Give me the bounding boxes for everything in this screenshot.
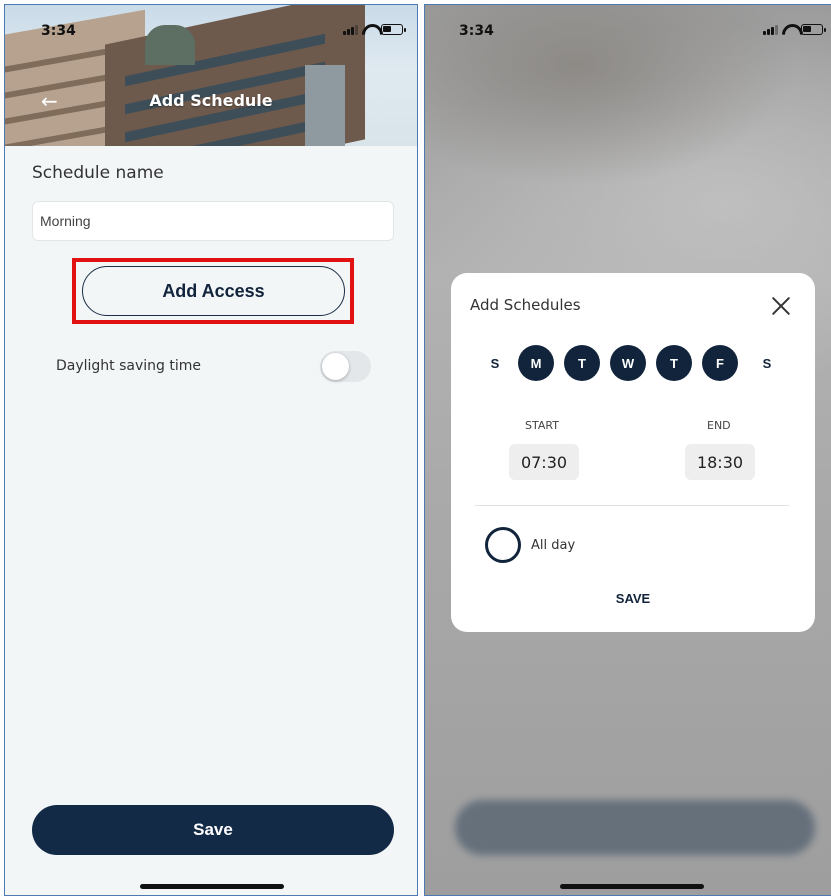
signal-icon (763, 24, 778, 35)
all-day-radio[interactable] (485, 527, 521, 563)
home-indicator (140, 884, 284, 889)
daylight-saving-toggle[interactable] (320, 351, 371, 382)
day-toggle-sunday[interactable]: S (477, 345, 513, 381)
signal-icon (343, 24, 358, 35)
all-day-label: All day (531, 538, 576, 553)
page-title: Add Schedule (149, 91, 273, 110)
start-time-picker[interactable]: 07:30 (509, 444, 579, 480)
end-label: END (707, 419, 731, 432)
day-toggle-monday[interactable]: M (518, 345, 554, 381)
close-icon[interactable] (769, 294, 793, 318)
divider (475, 505, 789, 506)
add-schedule-screen: 3:34 ← Add Schedule Schedule name Add Ac… (4, 4, 418, 896)
save-button[interactable]: Save (32, 805, 394, 855)
day-toggle-saturday[interactable]: S (749, 345, 785, 381)
schedule-name-label: Schedule name (32, 163, 164, 183)
status-icons (343, 24, 406, 35)
wifi-icon (362, 24, 377, 35)
day-toggle-wednesday[interactable]: W (610, 345, 646, 381)
day-toggle-thursday[interactable]: T (656, 345, 692, 381)
toggle-knob (322, 353, 349, 380)
end-time-picker[interactable]: 18:30 (685, 444, 755, 480)
modal-title: Add Schedules (470, 296, 581, 314)
day-toggle-friday[interactable]: F (702, 345, 738, 381)
battery-icon (801, 24, 826, 35)
battery-icon (381, 24, 406, 35)
blurred-save-button (455, 800, 815, 855)
day-toggle-tuesday[interactable]: T (564, 345, 600, 381)
home-indicator (560, 884, 704, 889)
modal-save-button[interactable]: SAVE (451, 591, 815, 606)
add-schedules-modal-screen: 3:34 Add Schedules S M T W T F S START E… (424, 4, 831, 896)
add-access-button[interactable]: Add Access (82, 266, 345, 316)
daylight-saving-label: Daylight saving time (56, 358, 202, 374)
status-time: 3:34 (41, 23, 76, 39)
start-label: START (525, 419, 559, 432)
rooftop-trees (145, 25, 195, 65)
schedule-name-input[interactable] (32, 201, 394, 241)
wifi-icon (782, 24, 797, 35)
status-time: 3:34 (459, 23, 494, 39)
status-icons (763, 24, 826, 35)
add-schedules-modal: Add Schedules S M T W T F S START END 07… (451, 273, 815, 632)
